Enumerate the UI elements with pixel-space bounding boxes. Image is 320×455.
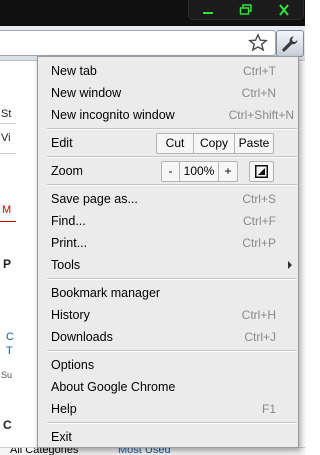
menu-item-label: Options <box>51 358 95 372</box>
maximize-button[interactable] <box>233 3 259 17</box>
close-button[interactable] <box>271 3 297 17</box>
cut-button[interactable]: Cut <box>157 134 193 153</box>
menu-separator <box>47 184 297 186</box>
close-icon <box>279 3 289 16</box>
menu-item-label: New tab <box>51 64 97 78</box>
wrench-icon <box>282 35 298 51</box>
menu-item-help[interactable]: Help F1 <box>38 398 298 420</box>
tab-all-categories[interactable]: All Categories <box>10 448 78 455</box>
bg-fragment: Su <box>1 370 13 380</box>
menu-separator <box>47 422 297 424</box>
menu-separator <box>47 350 297 352</box>
menu-item-shortcut: Ctrl+P <box>242 236 276 250</box>
copy-button[interactable]: Copy <box>193 134 234 153</box>
paste-button[interactable]: Paste <box>234 134 273 153</box>
menu-item-shortcut: Ctrl+N <box>241 86 276 100</box>
menu-item-label: History <box>51 308 90 322</box>
menu-item-find[interactable]: Find... Ctrl+F <box>38 210 298 232</box>
menu-item-label: Downloads <box>51 330 113 344</box>
menu-item-new-incognito-window[interactable]: New incognito window Ctrl+Shift+N <box>38 104 298 126</box>
wrench-menu-button[interactable] <box>276 30 304 57</box>
menu-item-label: About Google Chrome <box>51 380 176 394</box>
menu-item-tools[interactable]: Tools <box>38 254 298 276</box>
zoom-controls: - 100% + <box>161 161 238 182</box>
category-tabs: All Categories Most Used <box>0 447 305 455</box>
menu-item-about[interactable]: About Google Chrome <box>38 376 298 398</box>
menu-item-bookmark-manager[interactable]: Bookmark manager <box>38 282 298 304</box>
bg-fragment: St <box>1 108 12 120</box>
menu-item-shortcut: Ctrl+H <box>241 308 276 322</box>
menu-item-label: Exit <box>51 430 72 444</box>
menu-item-downloads[interactable]: Downloads Ctrl+J <box>38 326 298 348</box>
menu-item-shortcut: Ctrl+J <box>244 330 276 344</box>
window-controls <box>188 0 304 20</box>
bg-fragment: Vi <box>1 132 11 144</box>
menu-item-label: New window <box>51 86 122 100</box>
menu-item-label: Find... <box>51 214 86 228</box>
menu-item-label: Tools <box>51 258 81 272</box>
zoom-out-button[interactable]: - <box>162 162 179 181</box>
menu-item-shortcut: Ctrl+T <box>243 64 276 78</box>
window-titlebar <box>0 0 305 26</box>
edit-label: Edit <box>51 136 73 150</box>
menu-item-shortcut: F1 <box>261 402 276 416</box>
fullscreen-button[interactable] <box>249 161 274 182</box>
bg-fragment: P <box>3 257 12 271</box>
menu-separator <box>47 278 297 280</box>
star-icon[interactable] <box>248 33 268 53</box>
bg-fragment: M <box>2 204 12 216</box>
menu-separator <box>47 156 297 158</box>
menu-item-label: Bookmark manager <box>51 286 161 300</box>
menu-item-label: New incognito window <box>51 108 175 122</box>
menu-item-shortcut: Ctrl+F <box>243 214 276 228</box>
minimize-icon <box>203 11 213 14</box>
menu-item-label: Save page as... <box>51 192 138 206</box>
minimize-button[interactable] <box>195 3 221 17</box>
menu-item-print[interactable]: Print... Ctrl+P <box>38 232 298 254</box>
fullscreen-icon <box>255 165 268 178</box>
bg-fragment: C <box>3 418 12 432</box>
arrow-right-icon <box>288 261 292 269</box>
zoom-in-button[interactable]: + <box>218 162 237 181</box>
menu-item-new-tab[interactable]: New tab Ctrl+T <box>38 60 298 82</box>
page-background: St Vi M P C T Su C <box>0 61 16 455</box>
zoom-label: Zoom <box>51 164 83 178</box>
menu-item-exit[interactable]: Exit <box>38 426 298 448</box>
menu-item-save-page[interactable]: Save page as... Ctrl+S <box>38 188 298 210</box>
tab-most-used[interactable]: Most Used <box>118 448 171 455</box>
menu-item-options[interactable]: Options <box>38 354 298 376</box>
menu-item-shortcut: Ctrl+S <box>242 192 276 206</box>
omnibox[interactable] <box>0 30 276 56</box>
menu-item-label: Help <box>51 402 77 416</box>
menu-item-shortcut: Ctrl+Shift+N <box>228 108 294 122</box>
bg-fragment: T <box>6 345 13 357</box>
maximize-icon <box>239 3 252 15</box>
menu-item-new-window[interactable]: New window Ctrl+N <box>38 82 298 104</box>
menu-item-label: Print... <box>51 236 88 250</box>
wrench-menu: New tab Ctrl+T New window Ctrl+N New inc… <box>37 56 299 448</box>
zoom-level: 100% <box>179 162 218 181</box>
menu-separator <box>47 128 297 130</box>
edit-buttons: Cut Copy Paste <box>156 133 274 154</box>
menu-item-history[interactable]: History Ctrl+H <box>38 304 298 326</box>
bg-fragment: C <box>6 331 14 343</box>
